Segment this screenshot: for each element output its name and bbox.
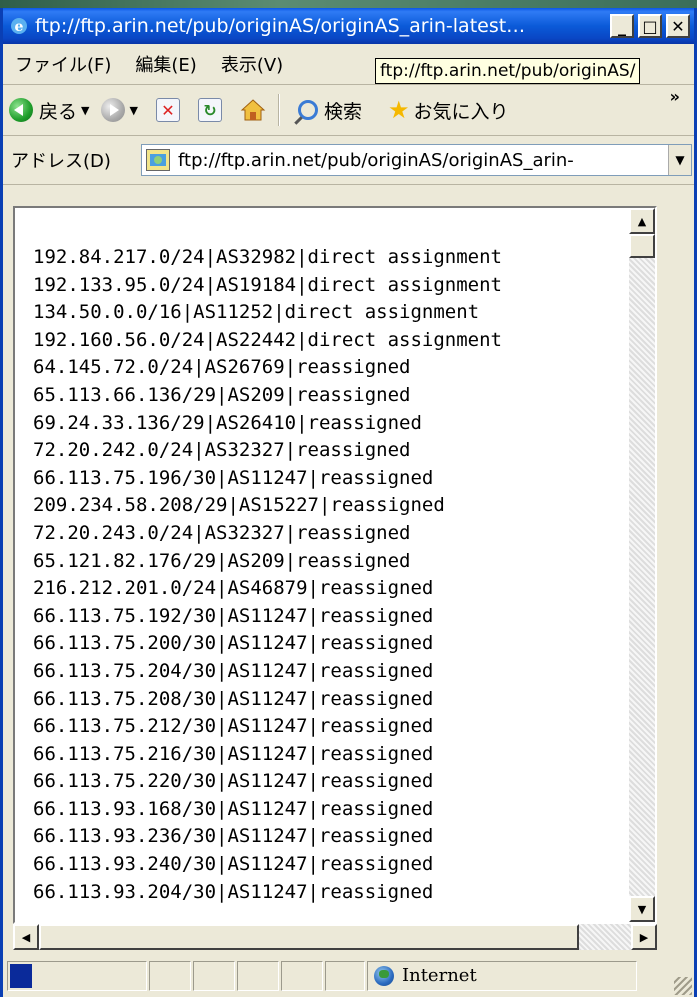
- horizontal-scroll-thumb[interactable]: [39, 924, 579, 950]
- text-line: 192.133.95.0/24|AS19184|direct assignmen…: [33, 273, 502, 296]
- text-line: 66.113.75.220/30|AS11247|reassigned: [33, 770, 434, 793]
- ftp-file-text: 192.84.217.0/24|AS32982|direct assignmen…: [33, 244, 502, 906]
- favorites-icon: ★: [387, 96, 410, 124]
- minimize-button[interactable]: _: [610, 14, 634, 38]
- text-line: 66.113.75.192/30|AS11247|reassigned: [33, 604, 434, 627]
- vertical-scroll-thumb[interactable]: [629, 234, 655, 258]
- text-line: 66.113.75.196/30|AS11247|reassigned: [33, 466, 434, 489]
- text-line: 64.145.72.0/24|AS26769|reassigned: [33, 356, 411, 379]
- text-line: 66.113.75.216/30|AS11247|reassigned: [33, 742, 434, 765]
- text-line: 69.24.33.136/29|AS26410|reassigned: [33, 411, 422, 434]
- standard-toolbar: 戻る ▼ ▼ ✕ ↻ 検索 ★ お気に入り »: [3, 85, 694, 136]
- back-dropdown-icon[interactable]: ▼: [81, 104, 89, 117]
- text-line: 209.234.58.208/29|AS15227|reassigned: [33, 494, 445, 517]
- text-line: 66.113.75.212/30|AS11247|reassigned: [33, 715, 434, 738]
- search-icon: [297, 100, 318, 120]
- toolbar-separator: [277, 94, 280, 126]
- minimize-icon: _: [618, 16, 626, 36]
- svg-text:e: e: [15, 19, 24, 35]
- refresh-icon[interactable]: ↻: [197, 98, 222, 122]
- menu-edit[interactable]: 編集(E): [123, 51, 208, 77]
- text-line: 192.84.217.0/24|AS32982|direct assignmen…: [33, 246, 502, 268]
- text-line: 66.113.75.200/30|AS11247|reassigned: [33, 632, 434, 655]
- globe-icon: [374, 965, 394, 986]
- text-line: 66.113.93.168/30|AS11247|reassigned: [33, 797, 434, 820]
- text-line: 66.113.93.240/30|AS11247|reassigned: [33, 853, 434, 876]
- maximize-button[interactable]: □: [638, 14, 662, 38]
- status-cell: [149, 960, 191, 991]
- scroll-up-icon[interactable]: ▲: [629, 208, 655, 234]
- address-label: アドレス(D): [11, 151, 111, 172]
- favorites-label: お気に入り: [413, 100, 509, 123]
- menu-file[interactable]: ファイル(F): [3, 51, 123, 77]
- scroll-right-icon[interactable]: ▶: [631, 924, 657, 950]
- text-line: 66.113.75.204/30|AS11247|reassigned: [33, 659, 434, 682]
- menu-view[interactable]: 表示(V): [209, 51, 295, 77]
- status-bar: Internet: [3, 954, 694, 997]
- back-button[interactable]: 戻る ▼: [9, 97, 89, 124]
- page-content[interactable]: 192.84.217.0/24|AS32982|direct assignmen…: [13, 206, 657, 924]
- browser-window: e ftp://ftp.arin.net/pub/originAS/origin…: [0, 8, 697, 997]
- address-input[interactable]: ftp://ftp.arin.net/pub/originAS/originAS…: [141, 144, 692, 176]
- search-label: 検索: [323, 100, 362, 123]
- window-title: ftp://ftp.arin.net/pub/originAS/originAS…: [35, 15, 526, 37]
- status-cell: [193, 960, 235, 991]
- progress-fill: [10, 963, 32, 988]
- text-line: 66.113.93.204/30|AS11247|reassigned: [33, 880, 434, 903]
- scroll-down-icon[interactable]: ▼: [629, 896, 655, 922]
- address-value[interactable]: ftp://ftp.arin.net/pub/originAS/originAS…: [178, 150, 658, 171]
- stop-icon[interactable]: ✕: [155, 98, 180, 122]
- scroll-left-icon[interactable]: ◀: [13, 924, 39, 950]
- url-tooltip: ftp://ftp.arin.net/pub/originAS/: [375, 58, 641, 84]
- status-cell: [325, 960, 365, 991]
- favorites-button[interactable]: ★ お気に入り: [368, 96, 509, 124]
- search-button[interactable]: 検索: [286, 97, 362, 124]
- status-progress: [7, 960, 147, 991]
- ftp-folder-icon: [146, 149, 170, 171]
- home-icon[interactable]: [240, 98, 266, 122]
- desktop-background: [0, 0, 697, 8]
- horizontal-scrollbar[interactable]: ◀ ▶: [13, 924, 657, 950]
- forward-button[interactable]: ▼: [95, 98, 138, 122]
- status-cell: [281, 960, 323, 991]
- close-icon: ✕: [671, 16, 685, 36]
- address-bar: アドレス(D) ftp://ftp.arin.net/pub/originAS/…: [3, 136, 694, 185]
- text-line: 66.113.93.236/30|AS11247|reassigned: [33, 825, 434, 848]
- security-zone: Internet: [367, 960, 637, 991]
- text-line: 65.113.66.136/29|AS209|reassigned: [33, 383, 411, 406]
- resize-grip-icon[interactable]: [674, 977, 692, 995]
- toolbar-overflow-icon[interactable]: »: [670, 87, 680, 106]
- forward-icon: [101, 98, 126, 122]
- text-line: 192.160.56.0/24|AS22442|direct assignmen…: [33, 328, 502, 351]
- title-bar[interactable]: e ftp://ftp.arin.net/pub/originAS/origin…: [3, 8, 694, 44]
- text-line: 66.113.75.208/30|AS11247|reassigned: [33, 687, 434, 710]
- text-line: 72.20.242.0/24|AS32327|reassigned: [33, 439, 411, 462]
- text-line: 134.50.0.0/16|AS11252|direct assignment: [33, 301, 480, 324]
- back-icon: [9, 98, 33, 122]
- close-button[interactable]: ✕: [666, 14, 690, 38]
- text-line: 65.121.82.176/29|AS209|reassigned: [33, 549, 411, 572]
- back-label: 戻る: [39, 100, 78, 123]
- zone-label: Internet: [402, 965, 477, 986]
- vertical-scrollbar[interactable]: ▲ ▼: [629, 208, 655, 922]
- status-cell: [237, 960, 279, 991]
- text-line: 72.20.243.0/24|AS32327|reassigned: [33, 521, 411, 544]
- address-dropdown-icon[interactable]: ▼: [668, 145, 691, 175]
- maximize-icon: □: [642, 16, 658, 36]
- text-line: 216.212.201.0/24|AS46879|reassigned: [33, 577, 434, 600]
- forward-dropdown-icon[interactable]: ▼: [129, 104, 137, 117]
- ie-icon: e: [9, 16, 29, 36]
